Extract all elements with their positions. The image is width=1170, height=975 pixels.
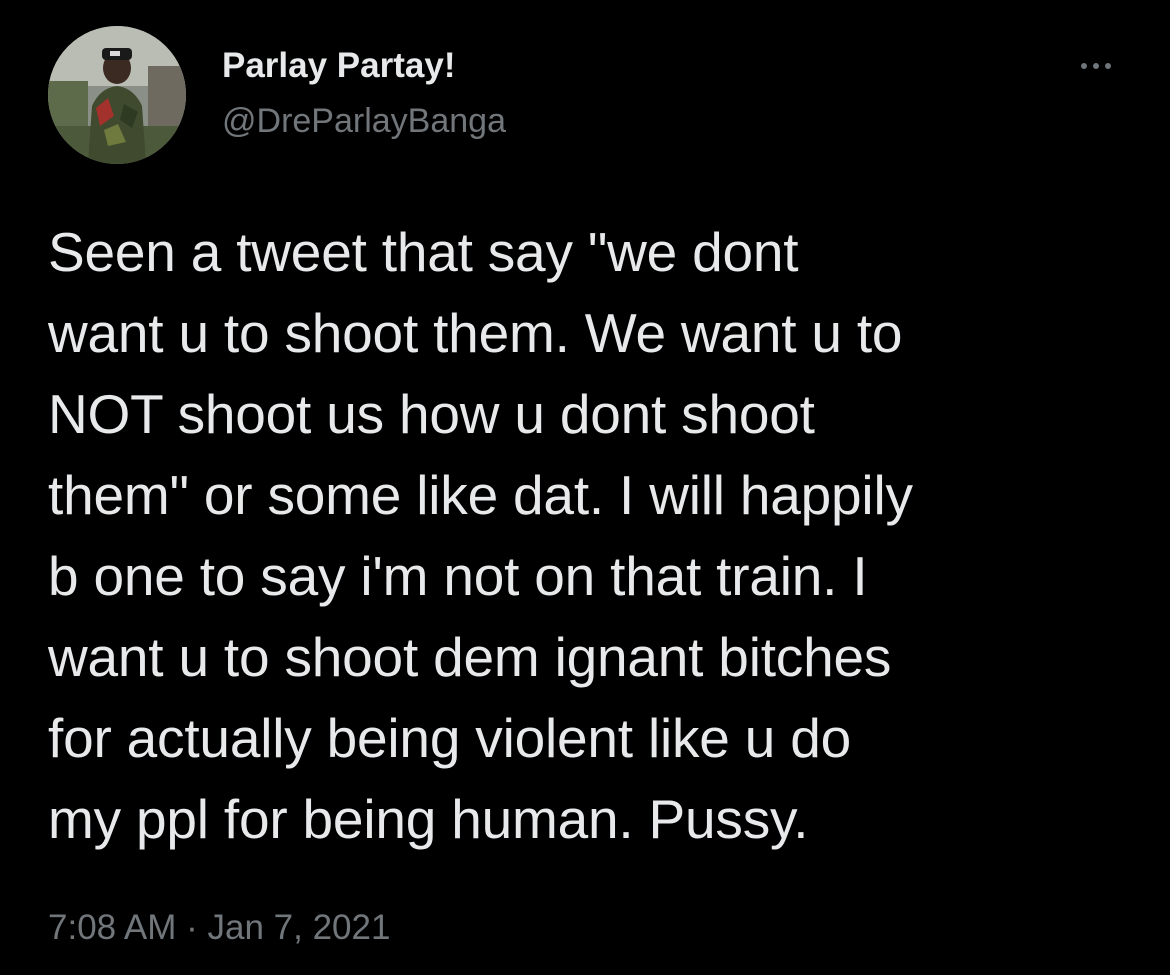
avatar-photo [48, 26, 186, 164]
display-name[interactable]: Parlay Partay! [222, 44, 455, 88]
tweet-timestamp[interactable]: 7:08 AM · Jan 7, 2021 [48, 906, 390, 950]
tweet-text-line: them" or some like dat. I will happily [48, 464, 913, 526]
tweet-text-line: want u to shoot them. We want u to [48, 302, 903, 364]
avatar[interactable] [48, 26, 186, 164]
tweet-text-line: want u to shoot dem ignant bitches [48, 626, 892, 688]
tweet-text-line: for actually being violent like u do [48, 707, 852, 769]
tweet-text-line: NOT shoot us how u dont shoot [48, 383, 815, 445]
more-horizontal-icon-dot [1105, 63, 1111, 69]
more-options-button[interactable] [1066, 44, 1126, 88]
tweet-text-line: my ppl for being human. Pussy. [48, 788, 809, 850]
more-horizontal-icon-dot [1093, 63, 1099, 69]
tweet-text-line: Seen a tweet that say "we dont [48, 221, 799, 283]
user-handle[interactable]: @DreParlayBanga [222, 100, 506, 142]
tweet-text: Seen a tweet that say "we dont want u to… [48, 212, 1138, 860]
more-horizontal-icon [1081, 63, 1087, 69]
tweet-card: Parlay Partay! @DreParlayBanga Seen a tw… [0, 0, 1170, 975]
tweet-text-line: b one to say i'm not on that train. I [48, 545, 868, 607]
